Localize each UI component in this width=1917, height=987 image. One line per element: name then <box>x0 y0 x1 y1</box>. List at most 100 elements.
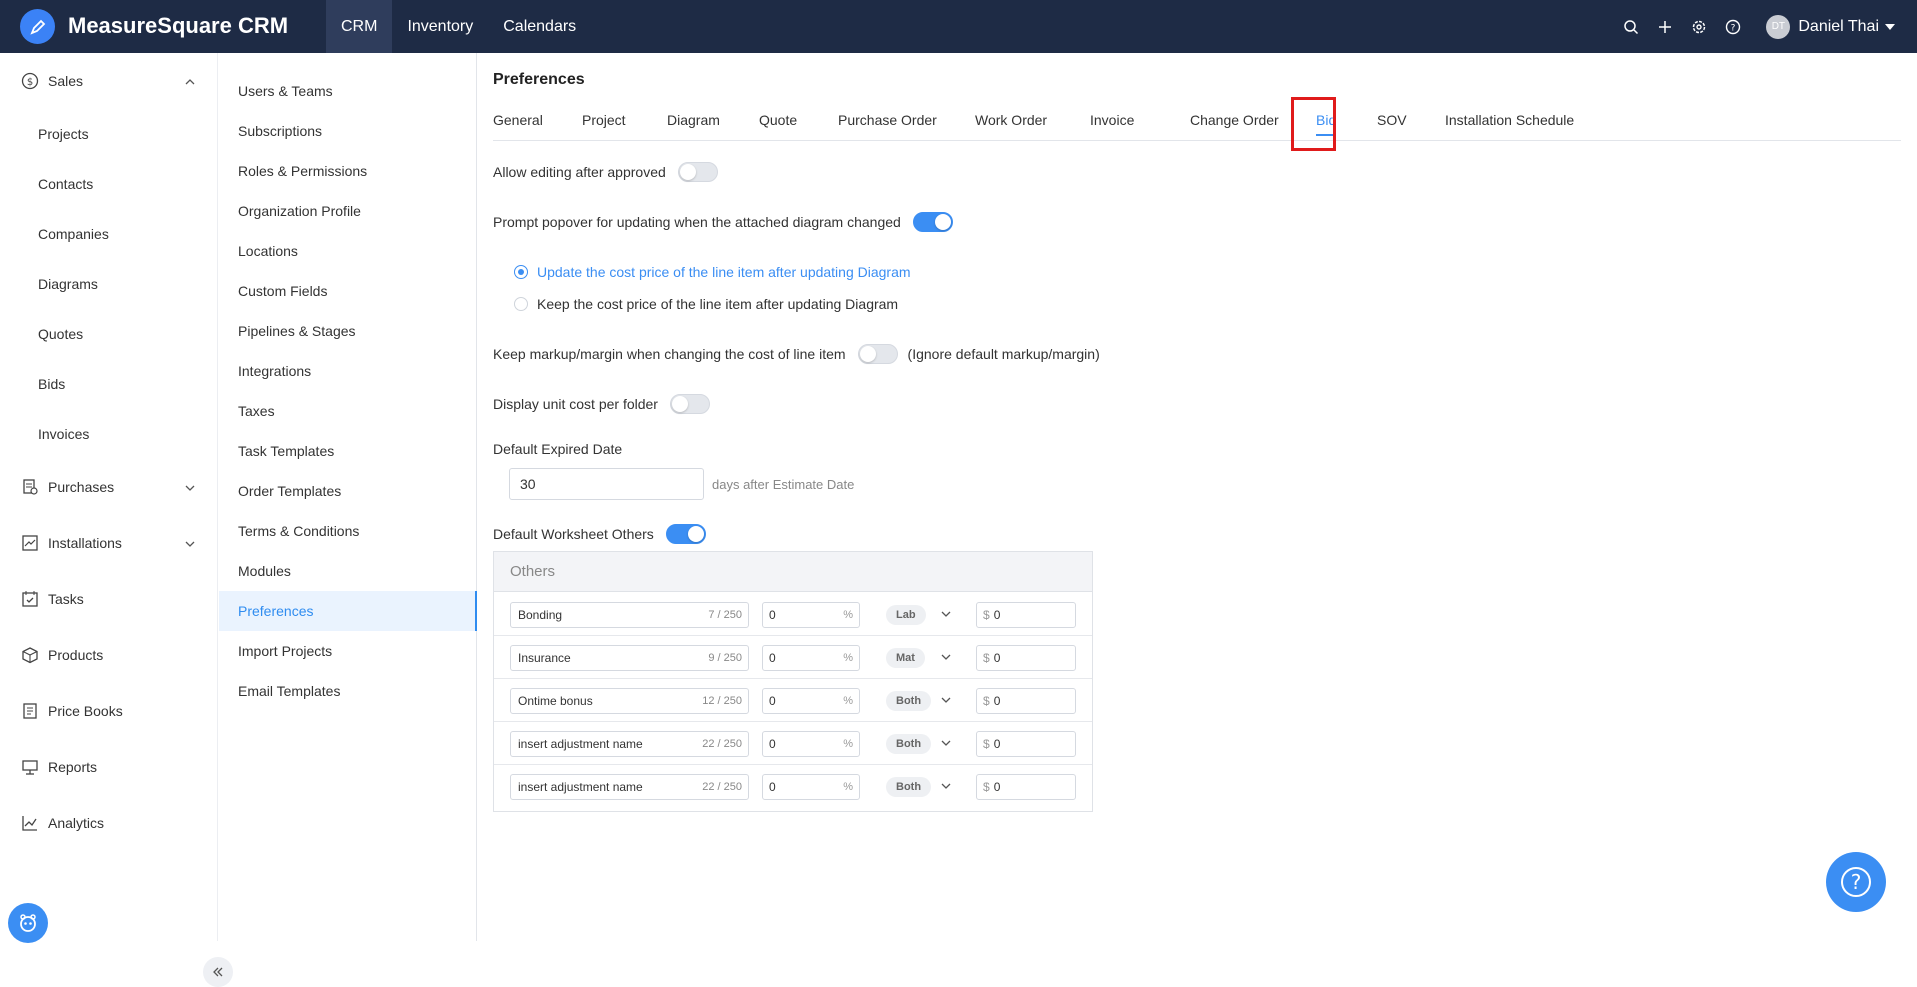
nav-inventory[interactable]: Inventory <box>392 0 488 53</box>
sidebar-group-sales[interactable]: $ Sales <box>0 61 218 101</box>
percent-unit: % <box>843 695 853 707</box>
toggle-knob <box>671 396 688 412</box>
settings-item-order-templates[interactable]: Order Templates <box>219 471 477 511</box>
amount-input[interactable]: $0 <box>976 645 1076 671</box>
percent-input[interactable]: 0% <box>762 645 860 671</box>
sidebar-item-contacts[interactable]: Contacts <box>38 174 93 194</box>
tab-invoice[interactable]: Invoice <box>1090 111 1134 141</box>
prompt-popover-toggle[interactable] <box>912 212 953 232</box>
radio-keep-cost-button[interactable] <box>514 297 528 311</box>
expired-days-input[interactable]: 30 <box>509 468 704 500</box>
percent-input[interactable]: 0% <box>762 774 860 800</box>
adjustment-name-input[interactable]: Insurance 9 / 250 <box>510 645 749 671</box>
settings-item-custom-fields[interactable]: Custom Fields <box>219 271 477 311</box>
adjustment-name-input[interactable]: Bonding 7 / 250 <box>510 602 749 628</box>
settings-item-locations[interactable]: Locations <box>219 231 477 271</box>
amount-input[interactable]: $0 <box>976 688 1076 714</box>
tab-quote[interactable]: Quote <box>759 111 797 141</box>
type-badge[interactable]: Both <box>886 734 932 754</box>
type-badge[interactable]: Lab <box>886 605 926 625</box>
settings-item-integrations[interactable]: Integrations <box>219 351 477 391</box>
amount-value: 0 <box>993 694 1001 708</box>
sidebar-item-products[interactable]: Products <box>0 635 218 675</box>
sidebar-item-bids[interactable]: Bids <box>38 374 65 394</box>
chevron-down-icon[interactable] <box>940 779 952 797</box>
tab-change-order[interactable]: Change Order <box>1190 111 1279 141</box>
amount-input[interactable]: $0 <box>976 774 1076 800</box>
sidebar-item-price-books[interactable]: Price Books <box>0 691 218 731</box>
nav-calendars[interactable]: Calendars <box>488 0 591 53</box>
currency-symbol: $ <box>983 651 990 665</box>
percent-input[interactable]: 0% <box>762 688 860 714</box>
type-badge[interactable]: Mat <box>886 648 925 668</box>
default-worksheet-toggle[interactable] <box>665 524 706 544</box>
settings-item-roles-permissions[interactable]: Roles & Permissions <box>219 151 477 191</box>
sidebar-item-invoices[interactable]: Invoices <box>38 424 89 444</box>
tab-general[interactable]: General <box>493 111 543 141</box>
sidebar-item-quotes[interactable]: Quotes <box>38 324 83 344</box>
adjustment-name-input[interactable]: insert adjustment name 22 / 250 <box>510 731 749 757</box>
settings-item-subscriptions[interactable]: Subscriptions <box>219 111 477 151</box>
keep-markup-toggle[interactable] <box>857 344 898 364</box>
settings-item-users-teams[interactable]: Users & Teams <box>219 71 477 111</box>
plus-icon[interactable] <box>1648 0 1682 53</box>
purchase-icon <box>20 477 40 497</box>
user-menu[interactable]: DT Daniel Thai <box>1766 14 1895 39</box>
chevron-down-icon[interactable] <box>940 693 952 711</box>
radio-keep-cost[interactable]: Keep the cost price of the line item aft… <box>514 293 898 315</box>
sidebar-item-companies[interactable]: Companies <box>38 224 109 244</box>
display-unit-cost-toggle[interactable] <box>669 394 710 414</box>
settings-item-import-projects[interactable]: Import Projects <box>219 631 477 671</box>
nav-crm[interactable]: CRM <box>326 0 393 53</box>
presentation-icon <box>20 757 40 777</box>
brand-name[interactable]: MeasureSquare CRM <box>68 13 288 39</box>
adjustment-name-input[interactable]: insert adjustment name 22 / 250 <box>510 774 749 800</box>
sidebar-item-diagrams[interactable]: Diagrams <box>38 274 98 294</box>
logo-icon[interactable] <box>20 9 55 44</box>
char-count: 7 / 250 <box>708 609 742 621</box>
adjustment-name-input[interactable]: Ontime bonus 12 / 250 <box>510 688 749 714</box>
gear-icon[interactable] <box>1682 0 1716 53</box>
chevron-down-icon[interactable] <box>940 650 952 668</box>
help-icon[interactable]: ? <box>1716 0 1750 53</box>
sidebar-item-reports[interactable]: Reports <box>0 747 218 787</box>
settings-item-taxes[interactable]: Taxes <box>219 391 477 431</box>
adjustment-name: Insurance <box>518 651 571 665</box>
type-badge[interactable]: Both <box>886 691 932 711</box>
sidebar-item-tasks[interactable]: Tasks <box>0 579 218 619</box>
settings-item-pipelines-stages[interactable]: Pipelines & Stages <box>219 311 477 351</box>
amount-input[interactable]: $0 <box>976 731 1076 757</box>
settings-item-terms-conditions[interactable]: Terms & Conditions <box>219 511 477 551</box>
settings-item-modules[interactable]: Modules <box>219 551 477 591</box>
settings-item-email-templates[interactable]: Email Templates <box>219 671 477 711</box>
assistant-icon[interactable] <box>8 903 48 943</box>
amount-input[interactable]: $0 <box>976 602 1076 628</box>
chevron-down-icon[interactable] <box>940 736 952 754</box>
settings-item-preferences[interactable]: Preferences <box>219 591 477 631</box>
tab-diagram[interactable]: Diagram <box>667 111 720 141</box>
tab-project[interactable]: Project <box>582 111 626 141</box>
search-icon[interactable] <box>1614 0 1648 53</box>
tab-installation-schedule[interactable]: Installation Schedule <box>1445 111 1574 141</box>
percent-input[interactable]: 0% <box>762 731 860 757</box>
chevron-down-icon[interactable] <box>940 607 952 625</box>
sidebar-group-installations[interactable]: Installations <box>0 523 218 563</box>
radio-update-cost[interactable]: Update the cost price of the line item a… <box>514 261 911 283</box>
currency-symbol: $ <box>983 694 990 708</box>
help-fab-icon[interactable]: ? <box>1826 852 1886 912</box>
collapse-sidebar-icon[interactable] <box>203 957 233 987</box>
percent-input[interactable]: 0% <box>762 602 860 628</box>
settings-item-task-templates[interactable]: Task Templates <box>219 431 477 471</box>
setting-label: Keep markup/margin when changing the cos… <box>493 346 846 362</box>
radio-update-cost-button[interactable] <box>514 265 528 279</box>
tab-sov[interactable]: SOV <box>1377 111 1407 141</box>
sidebar-item-analytics[interactable]: Analytics <box>0 803 218 843</box>
settings-item-organization-profile[interactable]: Organization Profile <box>219 191 477 231</box>
allow-editing-toggle[interactable] <box>677 162 718 182</box>
tab-purchase-order[interactable]: Purchase Order <box>838 111 937 141</box>
sidebar-item-projects[interactable]: Projects <box>38 124 89 144</box>
main-content: Preferences General Project Diagram Quot… <box>478 53 1917 941</box>
type-badge[interactable]: Both <box>886 777 932 797</box>
sidebar-group-purchases[interactable]: Purchases <box>0 467 218 507</box>
tab-work-order[interactable]: Work Order <box>975 111 1047 141</box>
